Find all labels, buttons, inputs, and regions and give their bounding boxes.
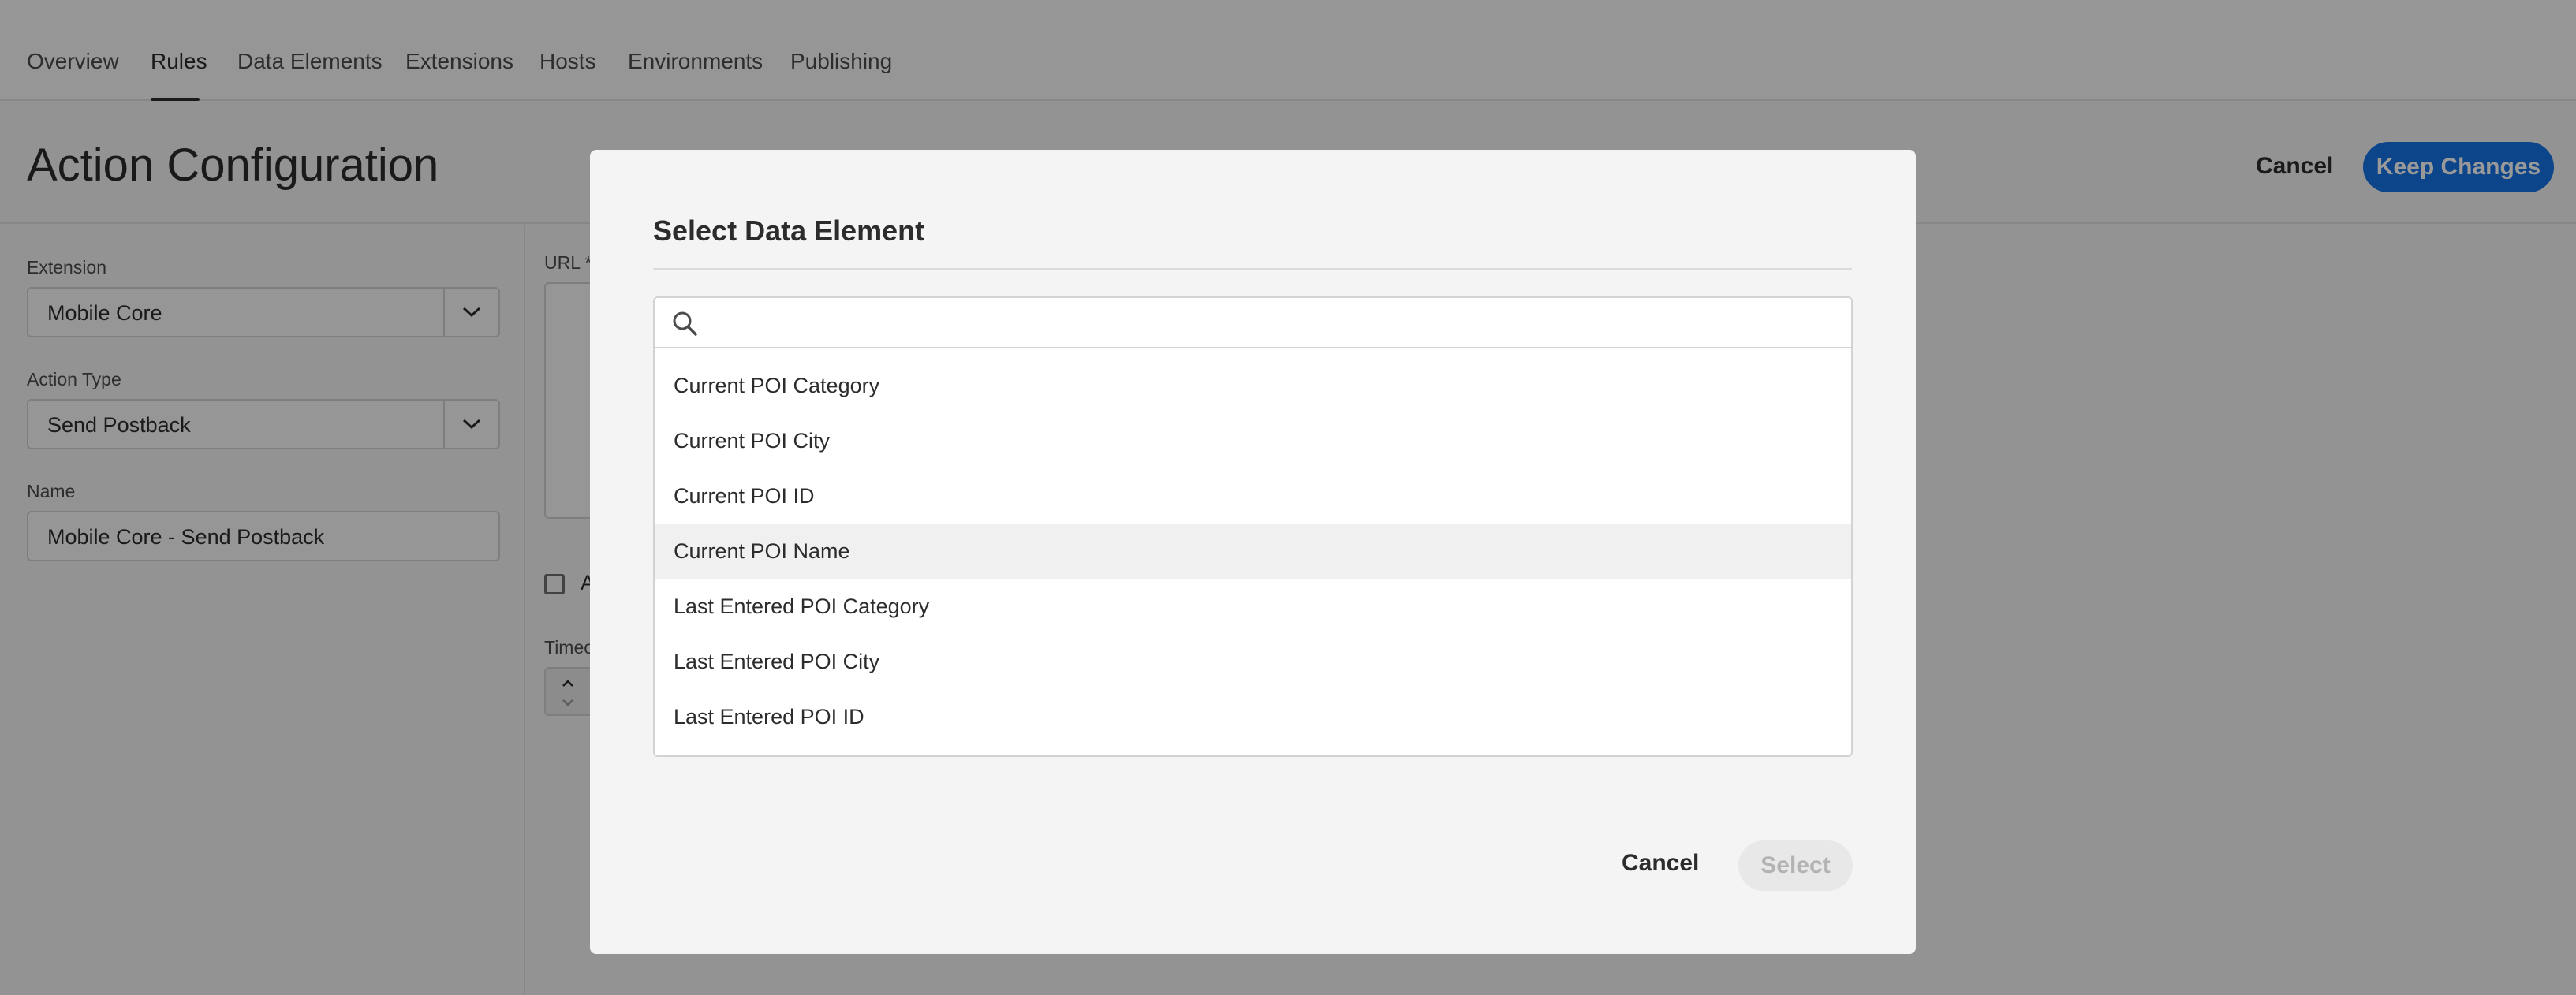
list-item[interactable]: Last Entered POI Category [655,579,1851,634]
list-item[interactable]: Last Entered POI City [655,634,1851,689]
list-item[interactable]: Current POI ID [655,468,1851,524]
dialog-divider [653,268,1852,270]
dialog-cancel-button[interactable]: Cancel [1622,850,1699,877]
search-bar [655,298,1851,348]
list-item-highlighted[interactable]: Current POI Name [655,524,1851,579]
search-icon [670,309,699,337]
dialog-title: Select Data Element [653,214,925,247]
list-item[interactable]: Last Entered POI ID [655,689,1851,744]
data-element-list: Current POI Category Current POI City Cu… [653,296,1853,757]
search-input[interactable] [710,304,1830,341]
data-element-items: Current POI Category Current POI City Cu… [655,358,1851,744]
dialog-select-button[interactable]: Select [1738,840,1853,891]
select-data-element-dialog: Select Data Element Current POI Category… [590,150,1916,954]
list-item[interactable]: Current POI City [655,413,1851,468]
list-item[interactable]: Current POI Category [655,358,1851,413]
